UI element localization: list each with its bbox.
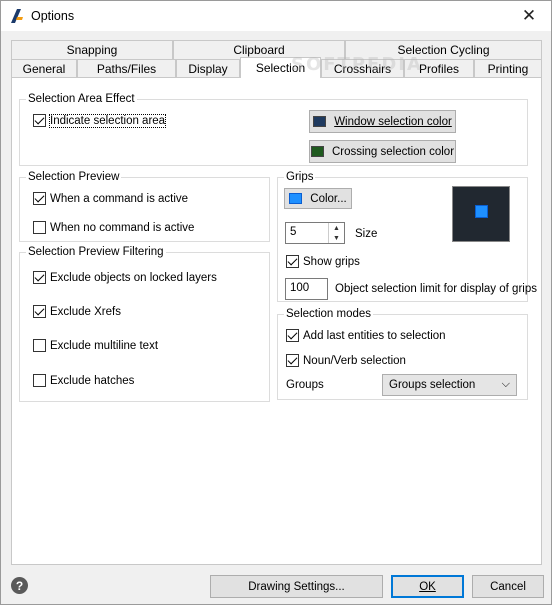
grips-group: Grips Color... 5 ▲ ▼ Size Show grips 100 xyxy=(277,170,537,302)
checkbox-label: Exclude objects on locked layers xyxy=(50,271,217,284)
help-symbol: ? xyxy=(15,578,24,593)
grip-limit-value: 100 xyxy=(290,282,310,294)
cancel-button[interactable]: Cancel xyxy=(472,575,544,598)
checkbox-box xyxy=(33,339,46,352)
window-title: Options xyxy=(31,9,75,23)
checkbox-label: When a command is active xyxy=(50,192,189,205)
button-label: Window selection color xyxy=(334,115,452,128)
selection-tab-panel: Selection Area Effect Indicate selection… xyxy=(11,77,542,565)
group-title: Selection modes xyxy=(284,307,374,321)
group-title: Selection Preview xyxy=(26,170,122,184)
tab-label: Printing xyxy=(487,62,529,76)
checkbox-label: Exclude hatches xyxy=(50,374,135,387)
grip-limit-input[interactable]: 100 xyxy=(285,278,328,300)
button-label: Drawing Settings... xyxy=(248,580,345,593)
button-label: Crossing selection color xyxy=(331,145,455,158)
groups-selected-value: Groups selection xyxy=(389,379,476,391)
tab-label: General xyxy=(22,62,66,76)
color-swatch xyxy=(289,193,303,204)
grip-sample-icon xyxy=(475,205,488,218)
exclude-locked-layers-checkbox[interactable]: Exclude objects on locked layers xyxy=(33,271,217,284)
group-title: Grips xyxy=(284,170,316,184)
selection-preview-group: Selection Preview When a command is acti… xyxy=(19,170,270,242)
selection-preview-filtering-group: Selection Preview Filtering Exclude obje… xyxy=(19,245,270,402)
groups-dropdown[interactable]: Groups selection ⌵ xyxy=(382,374,517,396)
checkbox-label: When no command is active xyxy=(50,221,195,234)
tab-label: Display xyxy=(188,62,228,76)
exclude-hatches-checkbox[interactable]: Exclude hatches xyxy=(33,374,134,387)
button-label: OK xyxy=(419,580,436,593)
options-dialog: Options ✕ SOFTPEDIA Snapping Clipboard S… xyxy=(0,0,552,605)
checkbox-box xyxy=(33,271,46,284)
tab-display[interactable]: Display xyxy=(176,59,240,79)
grip-size-label: Size xyxy=(355,228,378,240)
show-grips-checkbox[interactable]: Show grips xyxy=(286,255,360,268)
checkbox-box xyxy=(33,221,46,234)
tab-label: Snapping xyxy=(66,43,118,57)
preview-when-command-active-checkbox[interactable]: When a command is active xyxy=(33,192,188,205)
group-title: Selection Area Effect xyxy=(26,92,137,106)
close-button[interactable]: ✕ xyxy=(507,1,551,31)
watermark-text: SOFTPEDIA xyxy=(291,54,423,75)
checkbox-label: Show grips xyxy=(303,255,360,268)
title-bar: Options ✕ xyxy=(1,1,551,31)
checkbox-label: Exclude Xrefs xyxy=(50,305,121,318)
preview-when-no-command-checkbox[interactable]: When no command is active xyxy=(33,221,194,234)
selection-area-effect-group: Selection Area Effect Indicate selection… xyxy=(19,92,528,166)
checkbox-label: Indicate selection area xyxy=(48,113,167,128)
window-selection-color-button[interactable]: Window selection color xyxy=(309,110,456,133)
color-swatch xyxy=(310,146,324,157)
button-label: Color... xyxy=(310,192,347,205)
grip-color-button[interactable]: Color... xyxy=(284,188,352,209)
checkbox-box xyxy=(33,192,46,205)
checkbox-label: Noun/Verb selection xyxy=(303,354,406,367)
tab-label: Profiles xyxy=(418,62,459,76)
tab-label: Clipboard xyxy=(233,43,285,57)
checkbox-box xyxy=(33,305,46,318)
tab-paths-files[interactable]: Paths/Files xyxy=(77,59,176,79)
tab-general[interactable]: General xyxy=(11,59,77,79)
exclude-xrefs-checkbox[interactable]: Exclude Xrefs xyxy=(33,305,121,318)
checkbox-box xyxy=(33,114,46,127)
grip-size-spinner[interactable]: ▲ ▼ xyxy=(328,223,344,243)
noun-verb-selection-checkbox[interactable]: Noun/Verb selection xyxy=(286,354,406,367)
groups-label: Groups xyxy=(286,379,324,391)
ok-button[interactable]: OK xyxy=(391,575,464,598)
checkbox-label: Add last entities to selection xyxy=(303,329,446,342)
selection-modes-group: Selection modes Add last entities to sel… xyxy=(277,307,528,400)
group-title: Selection Preview Filtering xyxy=(26,245,166,259)
tab-label: Paths/Files xyxy=(96,62,157,76)
checkbox-box xyxy=(286,329,299,342)
checkbox-box xyxy=(286,354,299,367)
exclude-multiline-text-checkbox[interactable]: Exclude multiline text xyxy=(33,339,158,352)
spin-up-icon[interactable]: ▲ xyxy=(329,223,344,233)
tab-snapping[interactable]: Snapping xyxy=(11,40,173,60)
grip-size-value: 5 xyxy=(290,226,297,238)
color-swatch xyxy=(313,116,327,127)
checkbox-box xyxy=(286,255,299,268)
grip-preview xyxy=(452,186,510,242)
chevron-down-icon: ⌵ xyxy=(501,378,510,390)
button-label: Cancel xyxy=(490,580,526,593)
app-logo-icon xyxy=(11,9,23,23)
add-last-entities-checkbox[interactable]: Add last entities to selection xyxy=(286,329,446,342)
drawing-settings-button[interactable]: Drawing Settings... xyxy=(210,575,383,598)
tab-printing[interactable]: Printing xyxy=(474,59,542,79)
crossing-selection-color-button[interactable]: Crossing selection color xyxy=(309,140,456,163)
close-icon: ✕ xyxy=(521,6,537,25)
indicate-selection-area-checkbox[interactable]: Indicate selection area xyxy=(33,113,167,128)
spin-down-icon[interactable]: ▼ xyxy=(329,233,344,243)
grip-limit-label: Object selection limit for display of gr… xyxy=(335,283,537,295)
checkbox-label: Exclude multiline text xyxy=(50,339,159,352)
help-icon[interactable]: ? xyxy=(11,577,28,594)
checkbox-box xyxy=(33,374,46,387)
